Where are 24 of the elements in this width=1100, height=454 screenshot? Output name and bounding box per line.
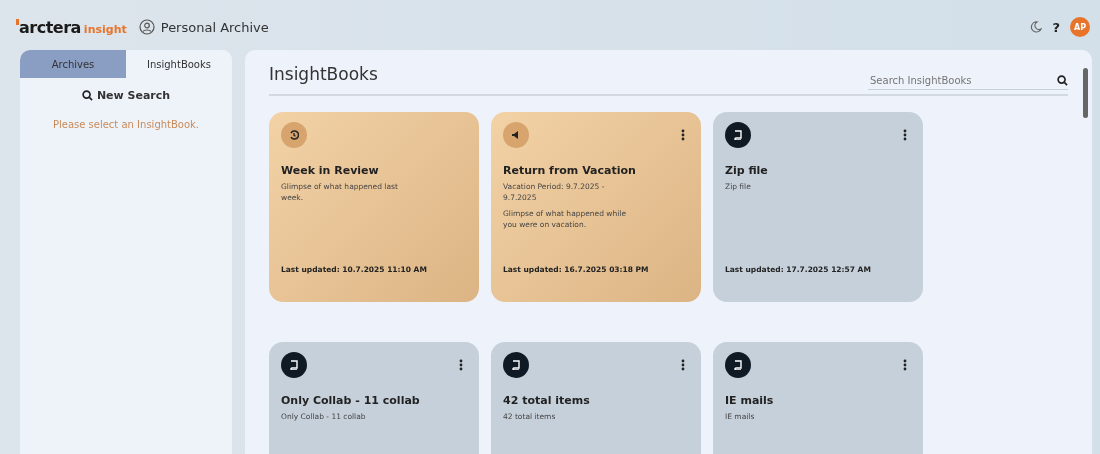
new-search-button[interactable]: New Search [75, 88, 177, 103]
help-button[interactable]: ? [1048, 19, 1064, 35]
page-title: Personal Archive [160, 19, 269, 35]
more-menu-icon[interactable] [681, 129, 685, 141]
card-title: IE mails [725, 394, 775, 407]
empty-message: Please select an InsightBook. [51, 119, 201, 130]
user-circle-icon [138, 19, 155, 35]
history-icon [289, 130, 299, 140]
card-title: 42 total items [503, 394, 591, 407]
sidebar-tab[interactable]: Archives [20, 50, 126, 78]
search-field[interactable]: Search InsightBooks [868, 74, 1057, 87]
search-icon [1057, 75, 1068, 86]
section-title: InsightBooks [269, 64, 378, 84]
logo: arctera insight [16, 17, 127, 37]
card-title: Only Collab - 11 collab [281, 394, 421, 407]
moon-icon[interactable] [1030, 21, 1043, 33]
more-menu-icon[interactable] [681, 359, 685, 371]
card-title: Zip file [725, 164, 769, 177]
search-icon [81, 90, 93, 101]
card-title: Return from Vacation [503, 164, 637, 177]
more-menu-icon[interactable] [903, 359, 907, 371]
card-title: Week in Review [281, 164, 380, 177]
more-menu-icon[interactable] [459, 359, 463, 371]
more-menu-icon[interactable] [903, 129, 907, 141]
